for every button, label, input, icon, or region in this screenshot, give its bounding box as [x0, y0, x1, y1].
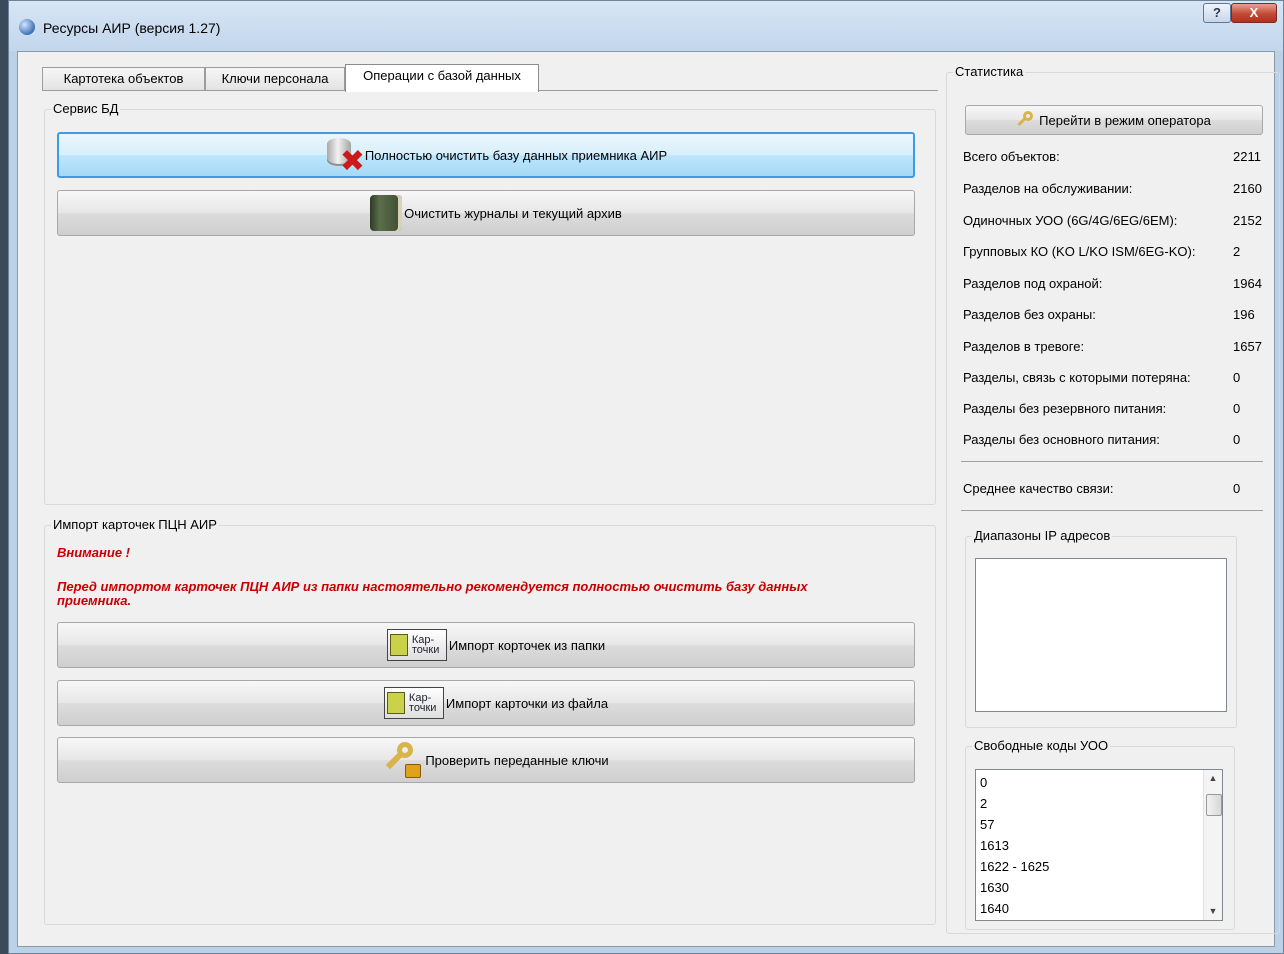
app-globe-icon [19, 19, 35, 35]
list-item[interactable]: 0 [980, 772, 1049, 793]
warning-text-line-2: приемника. [57, 593, 132, 608]
statistics-group: Статистика Перейти в режим оператора Все… [946, 64, 1280, 934]
key-icon [1017, 111, 1035, 129]
db-service-group: Сервис БД ✖ Полностью очистить базу данн… [44, 101, 936, 505]
stat-value-no-backup-power: 0 [1233, 401, 1241, 416]
stat-label-disarmed-sections: Разделов без охраны: [963, 307, 1096, 322]
card-icon: Кар-точки [383, 687, 444, 719]
import-cards-group: Импорт карточек ПЦН АИР Внимание ! Перед… [44, 517, 936, 925]
free-codes-title: Свободные коды УОО [972, 738, 1111, 753]
journal-book-icon [370, 195, 403, 231]
operator-mode-button[interactable]: Перейти в режим оператора [965, 105, 1263, 135]
ip-ranges-group: Диапазоны IP адресов [965, 528, 1237, 728]
window-title: Ресурсы АИР (версия 1.27) [43, 20, 221, 36]
list-item[interactable]: 1613 [980, 835, 1049, 856]
import-from-file-button[interactable]: Кар-точки Импорт карточки из файла [57, 680, 915, 726]
stat-value-sections-serviced: 2160 [1233, 181, 1262, 196]
stat-label-lost-connection: Разделы, связь с которыми потеряна: [963, 370, 1191, 385]
stat-value-total-objects: 2211 [1233, 149, 1261, 164]
main-window: Ресурсы АИР (версия 1.27) ? X Картотека … [8, 0, 1284, 954]
stat-label-total-objects: Всего объектов: [963, 149, 1060, 164]
stat-value-alarm-sections: 1657 [1233, 339, 1262, 354]
clear-logs-button[interactable]: Очистить журналы и текущий архив [57, 190, 915, 236]
database-delete-icon: ✖ [325, 136, 365, 177]
tab-database-operations[interactable]: Операции с базой данных [345, 64, 539, 92]
list-item[interactable]: 1622 - 1625 [980, 856, 1049, 877]
separator-bottom [961, 510, 1263, 511]
clear-logs-label: Очистить журналы и текущий архив [404, 205, 622, 221]
key-lock-icon [383, 740, 423, 780]
stat-label-alarm-sections: Разделов в тревоге: [963, 339, 1085, 354]
separator-top [961, 461, 1263, 462]
statistics-group-title: Статистика [953, 64, 1026, 79]
tab-personnel-keys[interactable]: Ключи персонала [205, 67, 345, 90]
avg-quality-label: Среднее качество связи: [963, 481, 1114, 496]
cards-icon: Кар-точки [386, 629, 447, 661]
stat-value-armed-sections: 1964 [1233, 276, 1262, 291]
stat-label-single-uoo: Одиночных УОО (6G/4G/6EG/6EM): [963, 213, 1178, 228]
check-keys-button[interactable]: Проверить переданные ключи [57, 737, 915, 783]
vertical-scrollbar[interactable]: ▲ ▼ [1203, 770, 1222, 920]
stat-value-no-main-power: 0 [1233, 432, 1241, 447]
avg-quality-value: 0 [1233, 481, 1241, 496]
list-item[interactable]: 57 [980, 814, 1049, 835]
stat-label-sections-serviced: Разделов на обслуживании: [963, 181, 1133, 196]
scroll-thumb[interactable] [1206, 794, 1222, 816]
operator-mode-label: Перейти в режим оператора [1039, 112, 1211, 128]
warning-text-line-1: Перед импортом карточек ПЦН АИР из папки… [57, 579, 808, 594]
list-item[interactable]: 1630 [980, 877, 1049, 898]
check-keys-label: Проверить переданные ключи [425, 752, 609, 768]
close-button[interactable]: X [1231, 3, 1277, 23]
tab-objects[interactable]: Картотека объектов [42, 67, 205, 90]
free-codes-group: Свободные коды УОО 0 2 57 1613 1622 - 16… [965, 738, 1235, 930]
import-from-file-label: Импорт карточки из файла [445, 695, 609, 711]
clear-database-label: Полностью очистить базу данных приемника… [364, 147, 668, 163]
ip-ranges-list[interactable] [975, 558, 1227, 712]
title-bar: Ресурсы АИР (версия 1.27) ? X [9, 1, 1283, 51]
list-item[interactable]: 2 [980, 793, 1049, 814]
warning-title: Внимание ! [57, 545, 130, 560]
help-button[interactable]: ? [1203, 3, 1231, 23]
statistics-panel: Статистика Перейти в режим оператора Все… [946, 62, 1284, 934]
stat-label-group-ko: Групповых КО (KO L/KO ISM/6EG-KO): [963, 244, 1196, 259]
stat-value-group-ko: 2 [1233, 244, 1241, 259]
stat-value-disarmed-sections: 196 [1233, 307, 1255, 322]
stat-value-lost-connection: 0 [1233, 370, 1241, 385]
import-cards-group-title: Импорт карточек ПЦН АИР [51, 517, 219, 532]
stat-label-no-backup-power: Разделы без резервного питания: [963, 401, 1167, 416]
import-from-folder-label: Импорт корточек из папки [448, 637, 606, 653]
tab-pane-database-operations: Сервис БД ✖ Полностью очистить базу данн… [42, 90, 938, 925]
client-area: Картотека объектов Ключи персонала Опера… [17, 51, 1280, 947]
ip-ranges-title: Диапазоны IP адресов [972, 528, 1113, 543]
stat-label-no-main-power: Разделы без основного питания: [963, 432, 1160, 447]
scroll-up-icon[interactable]: ▲ [1204, 770, 1222, 787]
stat-label-armed-sections: Разделов под охраной: [963, 276, 1103, 291]
clear-database-button[interactable]: ✖ Полностью очистить базу данных приемни… [57, 132, 915, 178]
list-item[interactable]: 1640 [980, 898, 1049, 919]
free-codes-list[interactable]: 0 2 57 1613 1622 - 1625 1630 1640 ▲ ▼ [975, 769, 1223, 921]
scroll-down-icon[interactable]: ▼ [1204, 903, 1222, 920]
import-from-folder-button[interactable]: Кар-точки Импорт корточек из папки [57, 622, 915, 668]
stat-value-single-uoo: 2152 [1233, 213, 1262, 228]
db-service-group-title: Сервис БД [51, 101, 121, 116]
